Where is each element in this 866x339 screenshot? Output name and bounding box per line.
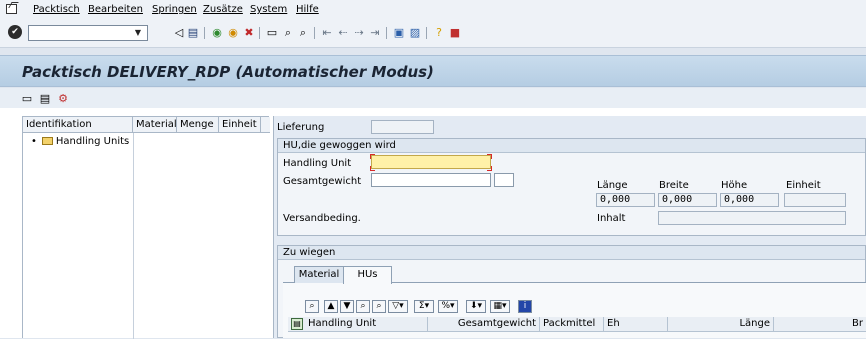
versandbeding-label: Versandbeding. [283,213,361,224]
tab-material[interactable]: Material [294,266,344,283]
menu-bearbeiten[interactable]: Bearbeiten [88,4,143,15]
hu-tree: Identifikation Material Menge Einheit • H… [22,116,270,339]
menu-springen[interactable]: Springen [152,4,197,15]
focus-corner [487,166,492,171]
breite-field[interactable]: 0,000 [658,193,717,207]
find-next-icon[interactable]: ⌕ [372,300,386,313]
tree-col-menge[interactable]: Menge [177,117,219,133]
tree-node-label: Handling Units [55,136,130,147]
lieferung-field[interactable] [371,120,434,134]
prev-page-icon[interactable]: ⇠ [336,25,350,40]
page-title: Packtisch DELIVERY_RDP (Automatischer Mo… [22,63,434,81]
exit-icon[interactable]: ◉ [226,25,240,40]
back-nav-icon[interactable]: ◉ [210,25,224,40]
export-icon[interactable]: ⬇▾ [466,300,486,313]
alv-col-eh[interactable]: Eh [604,317,668,332]
alv-col-laenge[interactable]: Länge [668,317,774,332]
focus-corner [370,154,375,159]
title-bar: Packtisch DELIVERY_RDP (Automatischer Mo… [0,55,866,87]
find-icon[interactable]: ⌕ [356,300,370,313]
chevron-down-icon[interactable]: ▼ [130,26,146,40]
new-session-icon[interactable]: ▣ [392,25,406,40]
tree-col-identifikation[interactable]: Identifikation [23,117,133,133]
gesamtgewicht-field[interactable] [371,173,491,187]
menu-packtisch[interactable]: Packtisch [33,4,80,15]
tree-col-einheit[interactable]: Einheit [219,117,261,133]
sort-ascending-icon[interactable]: ▲ [324,300,338,313]
sum-icon[interactable]: Σ▾ [414,300,434,313]
folder-icon [41,137,53,145]
menu-zusaetze[interactable]: Zusätze [203,4,243,15]
details-icon[interactable]: ⌕ [305,300,319,313]
hoehe-label: Höhe [721,180,748,191]
back-icon[interactable]: ◁ [172,25,186,40]
application-toolbar: ▭ ▤ ⚙ [0,88,866,108]
weight-unit-field[interactable] [494,173,514,187]
column-divider [133,133,134,339]
handling-unit-field[interactable] [371,155,491,169]
toolbar-separator [426,27,427,39]
filter-icon[interactable]: ▽▾ [388,300,408,313]
alv-col-gesamtgewicht[interactable]: Gesamtgewicht [428,317,540,332]
information-icon[interactable]: i [518,300,532,313]
menu-hilfe[interactable]: Hilfe [296,4,319,15]
toolbar-separator [314,27,315,39]
window-menu-icon[interactable] [6,4,17,14]
menu-system[interactable]: System [250,4,287,15]
handling-unit-label: Handling Unit [283,158,352,169]
focus-corner [370,166,375,171]
laenge-field[interactable]: 0,000 [596,193,655,207]
enter-icon[interactable]: ✔ [8,25,22,39]
alv-col-packmittel[interactable]: Packmittel [540,317,604,332]
focus-corner [487,154,492,159]
first-page-icon[interactable]: ⇤ [320,25,334,40]
group-title: HU,die gewoggen wird [278,139,865,153]
lieferung-label: Lieferung [277,122,325,133]
toolbar-separator [204,27,205,39]
laenge-label: Länge [597,180,628,191]
alv-col-handling-unit[interactable]: Handling Unit [288,317,428,332]
select-all-icon[interactable]: ▤ [291,318,303,330]
find-icon[interactable]: ⌕ [281,25,295,40]
einheit-field[interactable] [784,193,846,207]
print-icon[interactable]: ▭ [265,25,279,40]
subtotal-icon[interactable]: %▾ [438,300,458,313]
tree-node-handling-units[interactable]: • Handling Units [31,136,129,147]
standard-toolbar: ✔ ▼ ◁ ▤ ◉ ◉ ✖ ▭ ⌕ ⌕ ⇤ ⇠ ⇢ ⇥ ▣ ▨ ? ■ [0,20,866,48]
last-page-icon[interactable]: ⇥ [368,25,382,40]
layout-icon[interactable]: ▦▾ [490,300,510,313]
inhalt-field[interactable] [658,211,846,225]
tab-hus[interactable]: HUs [343,266,392,284]
tree-col-material[interactable]: Material [133,117,177,133]
shortcut-icon[interactable]: ▨ [408,25,422,40]
group-title: Zu wiegen [278,246,865,260]
alv-col-breite[interactable]: Br [774,317,866,332]
display-icon[interactable]: ▭ [20,91,34,106]
hoehe-field[interactable]: 0,000 [720,193,779,207]
einheit-label: Einheit [786,180,821,191]
menu-bar: Packtisch Bearbeiten Springen Zusätze Sy… [0,0,866,20]
toolbar-separator [386,27,387,39]
toolbar-separator [259,27,260,39]
bullet-icon: • [31,136,37,147]
settings-icon[interactable]: ⚙ [56,91,70,106]
inhalt-label: Inhalt [597,213,626,224]
breite-label: Breite [659,180,689,191]
layout-icon[interactable]: ■ [448,25,462,40]
next-page-icon[interactable]: ⇢ [352,25,366,40]
save-icon[interactable]: ▤ [186,25,200,40]
help-icon[interactable]: ? [432,25,446,40]
find-next-icon[interactable]: ⌕ [296,25,310,40]
sort-descending-icon[interactable]: ▼ [340,300,354,313]
tree-header: Identifikation Material Menge Einheit [23,117,270,133]
gesamtgewicht-label: Gesamtgewicht [283,176,362,187]
cancel-icon[interactable]: ✖ [242,25,256,40]
document-icon[interactable]: ▤ [38,91,52,106]
